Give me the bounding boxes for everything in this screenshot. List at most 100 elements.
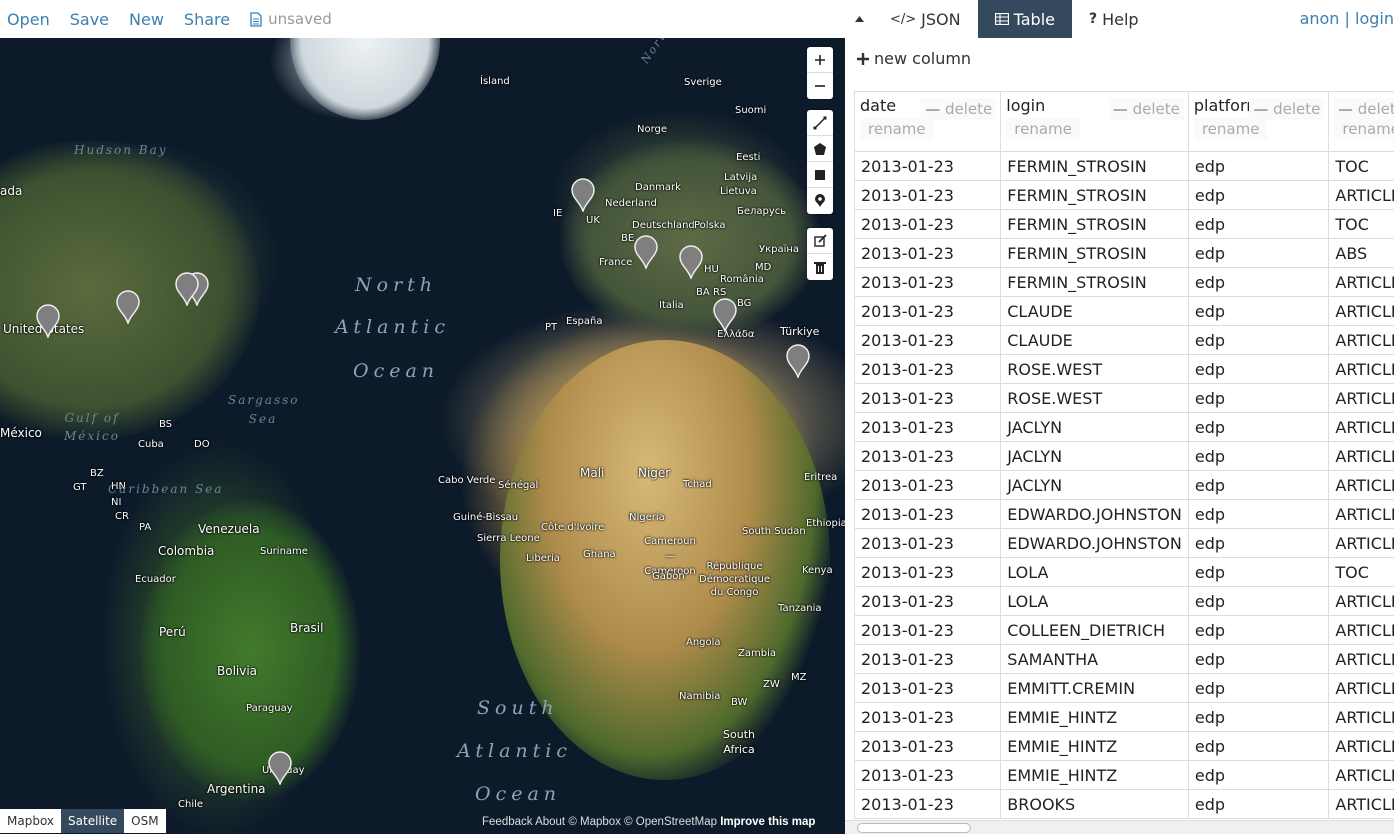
table-cell[interactable]: TOC [1328, 151, 1394, 181]
delete-column-button[interactable]: — delete [1108, 98, 1184, 120]
edit-layers-button[interactable] [807, 228, 833, 254]
layer-osm-button[interactable]: OSM [124, 809, 166, 833]
improve-map-link[interactable]: Improve this map [720, 816, 815, 828]
map-marker-pin[interactable] [268, 751, 292, 785]
table-cell[interactable]: edp [1187, 702, 1330, 732]
table-cell[interactable]: 2013-01-23 [853, 673, 1002, 703]
table-cell[interactable]: edp [1187, 151, 1330, 181]
table-cell[interactable]: edp [1187, 325, 1330, 355]
open-button[interactable]: Open [7, 10, 50, 29]
table-cell[interactable]: 2013-01-23 [853, 499, 1002, 529]
tab-json[interactable]: </> JSON [873, 0, 978, 38]
table-cell[interactable]: 2013-01-23 [853, 702, 1002, 732]
table-cell[interactable]: ARTICLE [1328, 499, 1394, 529]
table-cell[interactable]: EDWARDO.JOHNSTON [1000, 528, 1189, 558]
table-cell[interactable]: ARTICLE [1328, 673, 1394, 703]
rename-column-button[interactable]: rename [860, 118, 934, 140]
table-cell[interactable]: FERMIN_STROSIN [1000, 267, 1189, 297]
zoom-out-button[interactable] [807, 73, 833, 99]
table-cell[interactable]: edp [1187, 789, 1330, 819]
table-cell[interactable]: edp [1187, 354, 1330, 384]
table-cell[interactable]: edp [1187, 180, 1330, 210]
table-cell[interactable]: 2013-01-23 [853, 557, 1002, 587]
tab-table[interactable]: Table [977, 0, 1072, 38]
user-name-link[interactable]: anon [1300, 9, 1340, 28]
table-cell[interactable]: ARTICLE [1328, 760, 1394, 790]
table-cell[interactable]: ARTICLE [1328, 267, 1394, 297]
table-cell[interactable]: edp [1187, 528, 1330, 558]
table-cell[interactable]: 2013-01-23 [853, 180, 1002, 210]
table-cell[interactable]: ROSE.WEST [1000, 354, 1189, 384]
table-cell[interactable]: 2013-01-23 [853, 296, 1002, 326]
zoom-in-button[interactable] [807, 47, 833, 73]
table-cell[interactable]: FERMIN_STROSIN [1000, 180, 1189, 210]
table-cell[interactable]: edp [1187, 499, 1330, 529]
map-marker-pin[interactable] [786, 344, 810, 378]
table-cell[interactable]: TOC [1328, 209, 1394, 239]
table-cell[interactable]: TOC [1328, 557, 1394, 587]
new-button[interactable]: New [129, 10, 164, 29]
map-marker-pin[interactable] [713, 298, 737, 332]
rename-column-button[interactable]: rename [1193, 118, 1268, 140]
table-cell[interactable]: ARTICLE [1328, 644, 1394, 674]
draw-rectangle-button[interactable] [807, 162, 833, 188]
table-cell[interactable]: edp [1187, 470, 1330, 500]
scrollbar-thumb[interactable] [857, 823, 971, 833]
table-cell[interactable]: edp [1187, 209, 1330, 239]
mapbox-credit-link[interactable]: © Mapbox [568, 816, 621, 828]
table-cell[interactable]: 2013-01-23 [853, 383, 1002, 413]
table-cell[interactable]: 2013-01-23 [853, 470, 1002, 500]
table-cell[interactable]: edp [1187, 412, 1330, 442]
table-cell[interactable]: ARTICLE [1328, 325, 1394, 355]
table-cell[interactable]: ARTICLE [1328, 354, 1394, 384]
table-cell[interactable]: 2013-01-23 [853, 238, 1002, 268]
table-cell[interactable]: edp [1187, 238, 1330, 268]
table-cell[interactable]: CLAUDE [1000, 325, 1189, 355]
save-button[interactable]: Save [70, 10, 109, 29]
new-column-button[interactable]: new column [857, 49, 971, 68]
table-cell[interactable]: ARTICLE [1328, 296, 1394, 326]
rename-column-button[interactable]: rename [1006, 118, 1080, 140]
table-cell[interactable]: 2013-01-23 [853, 354, 1002, 384]
table-cell[interactable]: ABS [1328, 238, 1394, 268]
table-cell[interactable]: FERMIN_STROSIN [1000, 209, 1189, 239]
table-cell[interactable]: 2013-01-23 [853, 731, 1002, 761]
feedback-link[interactable]: Feedback [482, 816, 533, 828]
delete-column-button[interactable]: — delete [921, 98, 997, 120]
collapse-panel-button[interactable] [845, 16, 873, 22]
table-cell[interactable]: LOLA [1000, 557, 1189, 587]
table-cell[interactable]: edp [1187, 557, 1330, 587]
delete-layers-button[interactable] [807, 254, 833, 280]
table-cell[interactable]: 2013-01-23 [853, 760, 1002, 790]
table-cell[interactable]: BROOKS [1000, 789, 1189, 819]
draw-polygon-button[interactable] [807, 136, 833, 162]
table-cell[interactable]: 2013-01-23 [853, 412, 1002, 442]
draw-marker-button[interactable] [807, 188, 833, 214]
map-canvas[interactable]: Ísland Sverige Suomi Norge Eesti Latvija… [0, 0, 845, 834]
about-link[interactable]: About [535, 816, 565, 828]
delete-column-button[interactable]: — delete [1333, 98, 1394, 120]
table-cell[interactable]: COLLEEN_DIETRICH [1000, 615, 1189, 645]
table-cell[interactable]: 2013-01-23 [853, 267, 1002, 297]
table-cell[interactable]: 2013-01-23 [853, 325, 1002, 355]
table-cell[interactable]: edp [1187, 586, 1330, 616]
table-cell[interactable]: ARTICLE [1328, 528, 1394, 558]
table-cell[interactable]: ARTICLE [1328, 702, 1394, 732]
table-cell[interactable]: FERMIN_STROSIN [1000, 238, 1189, 268]
table-cell[interactable]: 2013-01-23 [853, 586, 1002, 616]
table-cell[interactable]: ARTICLE [1328, 789, 1394, 819]
map-marker-pin[interactable] [175, 272, 199, 306]
map-marker-pin[interactable] [116, 290, 140, 324]
draw-line-button[interactable] [807, 110, 833, 136]
tab-help[interactable]: ? Help [1072, 0, 1156, 38]
table-cell[interactable]: JACLYN [1000, 412, 1189, 442]
table-cell[interactable]: edp [1187, 644, 1330, 674]
table-cell[interactable]: ARTICLE [1328, 731, 1394, 761]
layer-satellite-button[interactable]: Satellite [61, 809, 125, 833]
delete-column-button[interactable]: — delete [1249, 98, 1325, 120]
table-cell[interactable]: ARTICLE [1328, 586, 1394, 616]
table-cell[interactable]: EMMIE_HINTZ [1000, 760, 1189, 790]
table-cell[interactable]: EMMIE_HINTZ [1000, 702, 1189, 732]
map-marker-pin[interactable] [571, 178, 595, 212]
table-cell[interactable]: EMMITT.CREMIN [1000, 673, 1189, 703]
